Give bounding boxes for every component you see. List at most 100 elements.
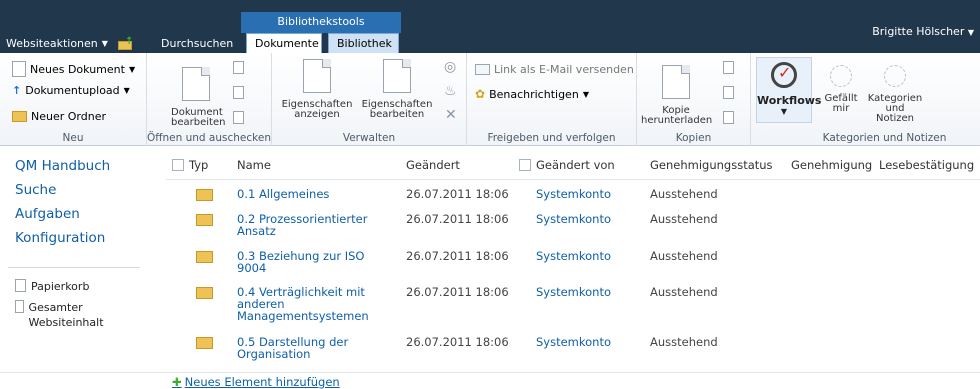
row-modified: 26.07.2011 18:06 <box>406 249 509 263</box>
add-new-item-label: Neues Element hinzufügen <box>184 375 340 389</box>
site-actions-label: Websiteaktionen <box>6 37 98 50</box>
row-name-link[interactable]: 0.5 Darstellung der Organisation <box>237 336 387 360</box>
new-folder-label: Neuer Ordner <box>31 110 106 123</box>
workflows-button[interactable]: ✓ Workflows ▼ <box>756 57 821 123</box>
tags-notes-label: Kategorien und Notizen <box>867 93 923 124</box>
version-history-icon[interactable]: ◎ <box>444 59 456 75</box>
chevron-down-icon: ▼ <box>780 107 788 116</box>
row-modified-by[interactable]: Systemkonto <box>536 213 611 225</box>
email-link-button[interactable]: Link als E-Mail versenden <box>475 63 634 76</box>
all-site-content-link[interactable]: Gesamter Websiteinhalt <box>15 300 125 330</box>
nav-item-search[interactable]: Suche <box>15 182 56 198</box>
context-group-header: Bibliothekstools <box>241 12 401 33</box>
site-actions-menu[interactable]: Websiteaktionen ▼ ↑ <box>6 36 134 51</box>
tags-notes-button[interactable]: Kategorien und Notizen <box>865 65 925 124</box>
column-header-approval[interactable]: Genehmigung <box>791 158 872 172</box>
top-bar: Bibliothekstools Websiteaktionen ▼ ↑ Dur… <box>0 0 980 53</box>
upload-document-label: Dokumentupload <box>25 84 120 97</box>
row-name-link[interactable]: 0.4 Verträglichkeit mit anderen Manageme… <box>237 286 387 322</box>
folder-icon <box>196 189 213 201</box>
select-all-checkbox[interactable] <box>172 159 184 171</box>
nav-item-tasks[interactable]: Aufgaben <box>15 206 80 222</box>
nav-item-qm-handbuch[interactable]: QM Handbuch <box>15 158 110 174</box>
chevron-down-icon: ▼ <box>128 64 136 74</box>
all-site-content-icon <box>15 300 24 313</box>
row-name-link[interactable]: 0.1 Allgemeines <box>237 188 387 200</box>
column-header-modified[interactable]: Geändert <box>406 158 460 172</box>
column-header-type[interactable]: Typ <box>172 158 208 172</box>
tab-documents[interactable]: Dokumente <box>246 33 322 53</box>
folder-icon <box>196 251 213 263</box>
edit-document-button[interactable]: Dokument bearbeiten <box>171 67 226 128</box>
edit-document-label: Dokument bearbeiten <box>171 107 226 128</box>
alert-me-label: Benachrichtigen <box>489 87 579 101</box>
new-document-button[interactable]: Neues Dokument ▼ <box>12 61 135 77</box>
column-header-name[interactable]: Name <box>237 158 271 172</box>
ribbon-group-copies: Kopie herunterladen Kopien <box>637 53 751 146</box>
delete-icon[interactable]: ✕ <box>445 107 457 123</box>
like-button[interactable]: Gefällt mir <box>821 65 861 114</box>
download-copy-button[interactable]: Kopie herunterladen <box>641 65 712 126</box>
manage-copies-icon[interactable] <box>723 86 734 99</box>
edit-properties-button[interactable]: Eigenschaften bearbeiten <box>358 59 436 120</box>
row-modified-by[interactable]: Systemkonto <box>536 188 611 200</box>
group-label-copies: Kopien <box>675 132 712 144</box>
edit-properties-icon <box>383 59 411 93</box>
download-copy-icon <box>662 65 690 99</box>
row-modified-by[interactable]: Systemkonto <box>536 336 611 348</box>
ribbon-group-manage: Eigenschaften anzeigen Eigenschaften bea… <box>272 53 467 146</box>
row-status: Ausstehend <box>650 335 718 349</box>
document-permissions-icon[interactable]: ♨ <box>444 83 457 99</box>
row-name-link[interactable]: 0.3 Beziehung zur ISO 9004 <box>237 250 387 274</box>
group-label-tags-notes: Kategorien und Notizen <box>822 132 947 144</box>
add-icon: ✚ <box>172 375 182 389</box>
tab-browse[interactable]: Durchsuchen <box>153 34 241 53</box>
row-modified-by[interactable]: Systemkonto <box>536 286 611 298</box>
alert-me-button[interactable]: ✿ Benachrichtigen ▼ <box>475 87 589 101</box>
column-type-label: Typ <box>189 158 209 172</box>
send-to-icon[interactable] <box>723 61 734 74</box>
row-name-link[interactable]: 0.2 Prozessorientierter Ansatz <box>237 213 387 237</box>
column-header-modified-by[interactable]: Geändert von <box>519 158 615 172</box>
view-properties-label: Eigenschaften anzeigen <box>281 99 353 120</box>
email-icon <box>475 64 490 75</box>
like-label: Gefällt mir <box>824 93 858 114</box>
chevron-down-icon: ▼ <box>101 39 108 48</box>
new-document-label: Neues Dokument <box>30 62 125 76</box>
recycle-bin-icon <box>15 279 26 292</box>
view-properties-button[interactable]: Eigenschaften anzeigen <box>280 59 354 120</box>
add-new-item-link[interactable]: ✚ Neues Element hinzufügen <box>172 375 340 389</box>
user-menu[interactable]: Brigitte Hölscher ▼ <box>872 25 974 38</box>
recycle-bin-label: Papierkorb <box>31 280 90 293</box>
edit-properties-label: Eigenschaften bearbeiten <box>361 99 433 120</box>
tab-library[interactable]: Bibliothek <box>328 33 399 53</box>
ribbon-group-open-checkout: Dokument bearbeiten Öffnen und auschecke… <box>147 53 272 146</box>
column-header-approval-status[interactable]: Genehmigungsstatus <box>650 158 773 172</box>
column-header-read-confirmation[interactable]: Lesebestätigung <box>879 158 974 172</box>
check-out-icon[interactable] <box>233 61 244 74</box>
email-link-label: Link als E-Mail versenden <box>494 63 634 76</box>
new-folder-icon <box>12 111 27 122</box>
row-modified-by[interactable]: Systemkonto <box>536 250 611 262</box>
navigate-up-icon[interactable]: ↑ <box>117 36 134 50</box>
row-modified: 26.07.2011 18:06 <box>406 187 509 201</box>
go-to-source-icon[interactable] <box>723 111 734 124</box>
check-in-icon[interactable] <box>233 86 244 99</box>
chevron-down-icon: ▼ <box>582 89 589 99</box>
discard-checkout-icon[interactable] <box>233 111 244 124</box>
column-modified-by-label: Geändert von <box>536 158 615 172</box>
ribbon-group-share-track: Link als E-Mail versenden ✿ Benachrichti… <box>467 53 637 146</box>
new-folder-button[interactable]: Neuer Ordner <box>12 110 106 123</box>
group-label-open-checkout: Öffnen und auschecken <box>147 132 271 144</box>
row-status: Ausstehend <box>650 285 718 299</box>
ribbon-group-new: Neues Dokument ▼ ↑ Dokumentupload ▼ Neue… <box>0 53 147 146</box>
row-modified: 26.07.2011 18:06 <box>406 285 509 299</box>
ribbon-group-tags-notes: Gefällt mir Kategorien und Notizen Kateg… <box>817 53 952 146</box>
view-properties-icon <box>303 59 331 93</box>
upload-document-button[interactable]: ↑ Dokumentupload ▼ <box>12 84 130 97</box>
nav-item-configuration[interactable]: Konfiguration <box>15 230 105 246</box>
chevron-down-icon: ▼ <box>123 86 130 95</box>
recycle-bin-link[interactable]: Papierkorb <box>15 279 89 294</box>
edit-document-icon <box>182 67 210 101</box>
upload-icon: ↑ <box>12 84 22 97</box>
